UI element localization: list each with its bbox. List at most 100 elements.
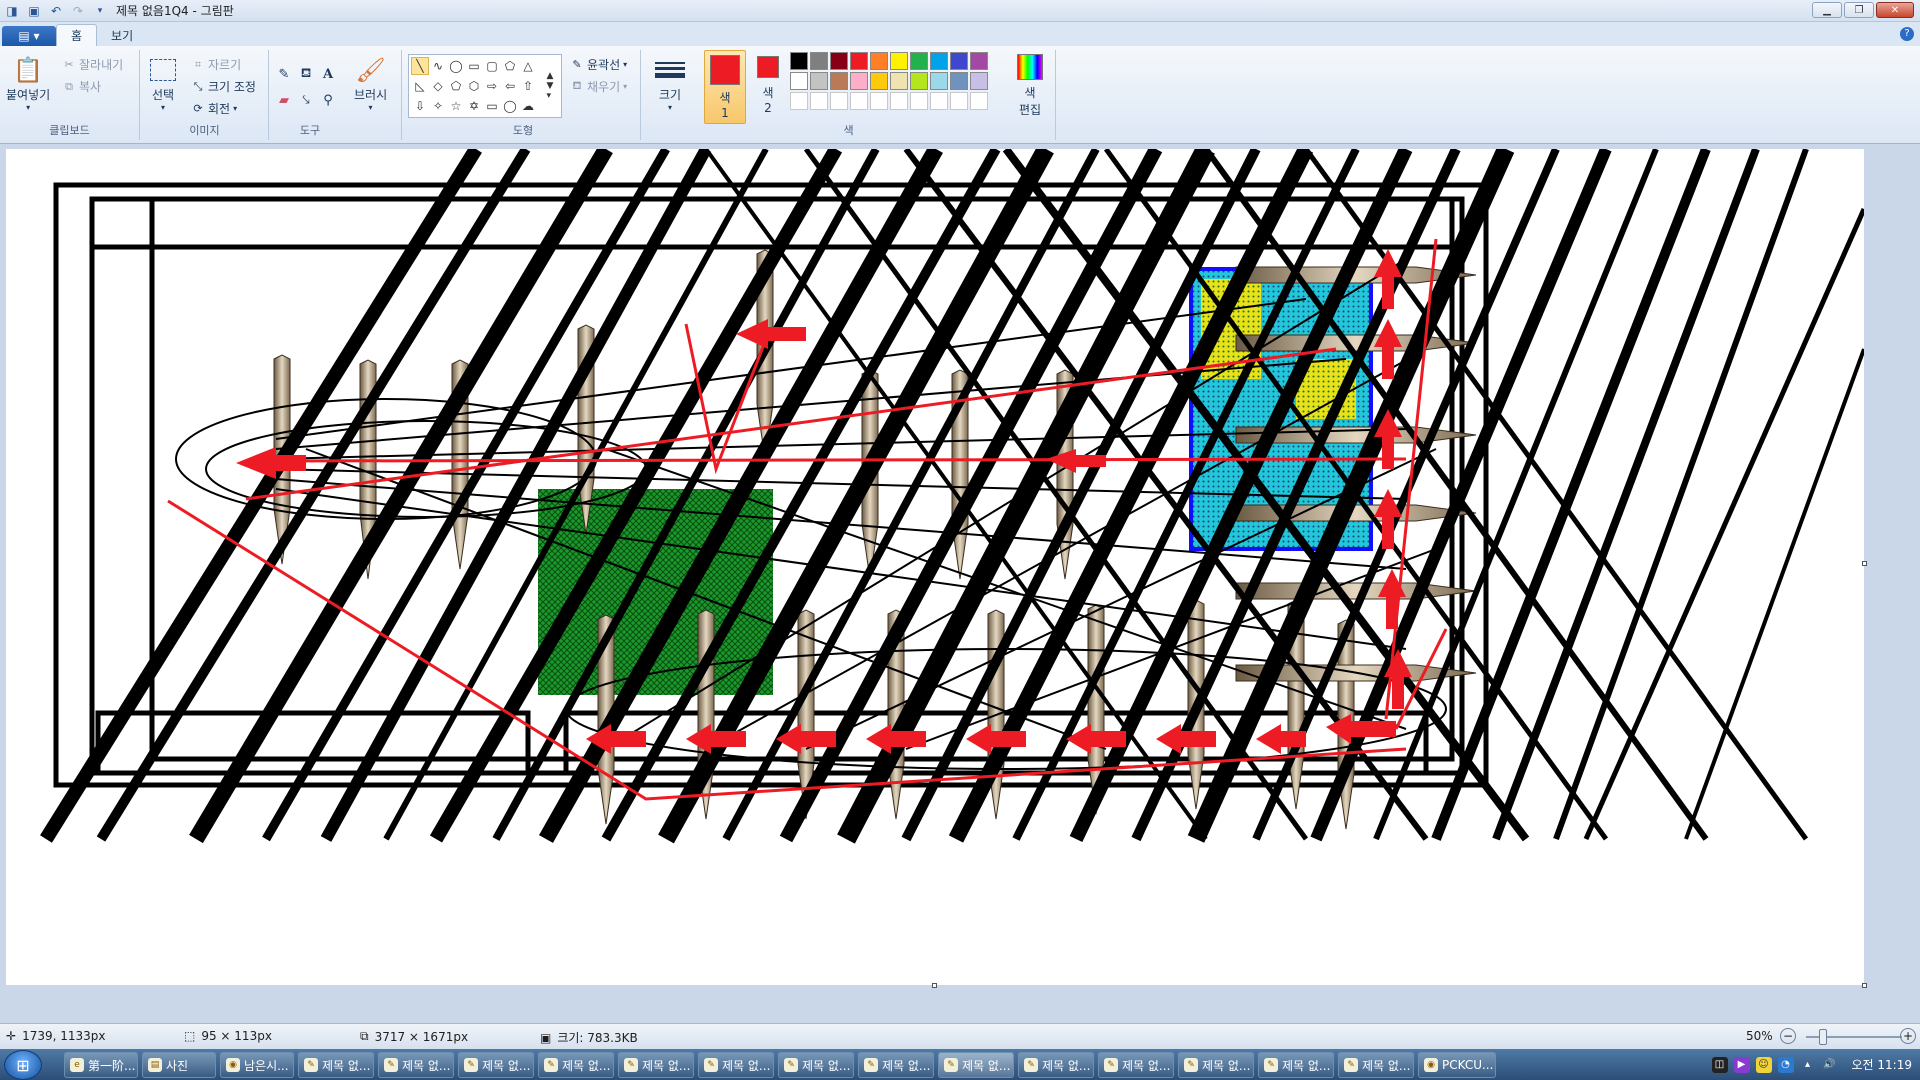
- taskbar-item[interactable]: ✎ 제목 없...: [378, 1052, 454, 1078]
- tab-home[interactable]: 홈: [56, 24, 98, 46]
- paint-app-icon[interactable]: ◨: [4, 3, 20, 19]
- taskbar-item[interactable]: ✎ 제목 없...: [1018, 1052, 1094, 1078]
- outline-button[interactable]: ✎ 윤곽선 ▾: [570, 56, 627, 73]
- rotate-button[interactable]: ⟳ 회전 ▾: [191, 100, 237, 117]
- curve-shape-icon[interactable]: ∿: [429, 57, 447, 75]
- pentagon-shape-icon[interactable]: ⬠: [447, 77, 465, 95]
- dropdown-icon: ▾: [26, 103, 31, 112]
- cursor-position: ✛ 1739, 1133px: [6, 1029, 106, 1043]
- tray-media-icon[interactable]: ▶: [1733, 1056, 1750, 1073]
- hexagon-shape-icon[interactable]: ⬡: [465, 77, 483, 95]
- taskbar-item[interactable]: ◉ 남은시...: [220, 1052, 294, 1078]
- resize-button[interactable]: ⤡ 크기 조정: [191, 78, 256, 95]
- paint-menu-button[interactable]: ▤ ▾: [2, 26, 56, 46]
- pencil-icon[interactable]: ✎: [274, 64, 294, 84]
- taskbar-item[interactable]: ✎ 제목 없...: [1338, 1052, 1414, 1078]
- taskbar-item[interactable]: ✎ 제목 없...: [1258, 1052, 1334, 1078]
- color-picker-icon[interactable]: ⤥: [296, 90, 316, 110]
- show-hidden-icons-icon[interactable]: ▴: [1800, 1057, 1816, 1073]
- cloud-callout-shape-icon[interactable]: ☁: [519, 97, 537, 115]
- cut-button[interactable]: ✂ 잘라내기: [62, 56, 123, 73]
- clipboard-group: 📋 붙여넣기 ▾ ✂ 잘라내기 ⧉ 복사 클립보드: [0, 50, 140, 140]
- taskbar-item[interactable]: ✎ 제목 없...: [618, 1052, 694, 1078]
- paint-icon: ✎: [544, 1058, 558, 1072]
- customize-qat-icon[interactable]: ▾: [92, 3, 108, 19]
- fill-button[interactable]: ⛾ 채우기 ▾: [570, 78, 628, 95]
- polygon-shape-icon[interactable]: ⬠: [501, 57, 519, 75]
- drawing-canvas[interactable]: [6, 149, 1864, 985]
- taskbar-item[interactable]: ✎ 제목 없...: [938, 1052, 1014, 1078]
- window-controls: ▁ ❐ ✕: [1812, 2, 1914, 18]
- tab-view[interactable]: 보기: [97, 24, 147, 46]
- help-icon[interactable]: ?: [1900, 27, 1914, 41]
- start-button[interactable]: ⊞: [4, 1050, 42, 1080]
- save-icon[interactable]: ▣: [26, 3, 42, 19]
- taskbar-item[interactable]: ✎ 제목 없...: [778, 1052, 854, 1078]
- restore-button[interactable]: ❐: [1844, 2, 1874, 18]
- taskbar-item-label: 제목 없...: [962, 1058, 1011, 1073]
- right-triangle-shape-icon[interactable]: ◺: [411, 77, 429, 95]
- title-bar: ◨ ▣ ↶ ↷ ▾ 제목 없음1Q4 - 그림판 ▁ ❐ ✕: [0, 0, 1920, 22]
- down-arrow-shape-icon[interactable]: ⇩: [411, 97, 429, 115]
- select-button[interactable]: 선택 ▾: [147, 54, 179, 112]
- magnifier-icon[interactable]: ⚲: [318, 90, 338, 110]
- taskbar-item[interactable]: ✎ 제목 없...: [298, 1052, 374, 1078]
- clipboard-group-label: 클립보드: [49, 124, 90, 137]
- minimize-button[interactable]: ▁: [1812, 2, 1842, 18]
- close-button[interactable]: ✕: [1876, 2, 1914, 18]
- taskbar-item[interactable]: ✎ 제목 없...: [538, 1052, 614, 1078]
- copy-icon: ⧉: [65, 79, 73, 93]
- fill-icon: ⛾: [572, 79, 582, 92]
- tray-network-icon[interactable]: ◔: [1777, 1056, 1794, 1073]
- rectangle-shape-icon[interactable]: ▭: [465, 57, 483, 75]
- taskbar-item[interactable]: ✎ 제목 없...: [1098, 1052, 1174, 1078]
- app-icon: ◉: [226, 1058, 240, 1072]
- tools-group: ✎ ⛾ A ▰ ⤥ ⚲ 🖌 브러시 ▾ 도구: [270, 50, 402, 140]
- diamond-shape-icon[interactable]: ◇: [429, 77, 447, 95]
- four-point-star-shape-icon[interactable]: ✧: [429, 97, 447, 115]
- right-arrow-shape-icon[interactable]: ⇨: [483, 77, 501, 95]
- canvas-resize-handle-corner[interactable]: [1862, 983, 1867, 988]
- up-arrow-shape-icon[interactable]: ⇧: [519, 77, 537, 95]
- six-point-star-shape-icon[interactable]: ✡: [465, 97, 483, 115]
- volume-icon[interactable]: 🔊: [1822, 1057, 1838, 1073]
- canvas-resize-handle-right[interactable]: [1862, 561, 1867, 566]
- taskbar-item-label: 제목 없...: [1362, 1058, 1411, 1073]
- shapes-gallery: ╲ ∿ ◯ ▭ ▢ ⬠ △ ◺ ◇ ⬠ ⬡ ⇨ ⇦ ⇧ ⇩ ✧ ☆ ✡ ▭ ◯ …: [408, 54, 562, 118]
- oval-shape-icon[interactable]: ◯: [447, 57, 465, 75]
- canvas-workspace[interactable]: [0, 145, 1920, 1023]
- oval-callout-shape-icon[interactable]: ◯: [501, 97, 519, 115]
- taskbar-item[interactable]: ✎ 제목 없...: [858, 1052, 934, 1078]
- line-shape-icon[interactable]: ╲: [411, 57, 429, 75]
- undo-icon[interactable]: ↶: [48, 3, 64, 19]
- five-point-star-shape-icon[interactable]: ☆: [447, 97, 465, 115]
- eraser-icon[interactable]: ▰: [274, 90, 294, 110]
- cursor-icon: ✛: [6, 1029, 17, 1043]
- taskbar-item[interactable]: ✎ 제목 없...: [1178, 1052, 1254, 1078]
- tray-app-icon[interactable]: ◫: [1711, 1056, 1728, 1073]
- rounded-rectangle-shape-icon[interactable]: ▢: [483, 57, 501, 75]
- taskbar-item[interactable]: ▤ 사진: [142, 1052, 216, 1078]
- left-arrow-shape-icon[interactable]: ⇦: [501, 77, 519, 95]
- copy-button[interactable]: ⧉ 복사: [62, 78, 101, 95]
- taskbar-item[interactable]: ✎ 제목 없...: [458, 1052, 534, 1078]
- crop-button[interactable]: ⌗ 자르기: [191, 56, 241, 73]
- shapes-scroll-icon[interactable]: ▲ ▼ ▾: [543, 57, 557, 115]
- brush-button[interactable]: 🖌 브러시 ▾: [354, 54, 387, 112]
- rect-callout-shape-icon[interactable]: ▭: [483, 97, 501, 115]
- triangle-shape-icon[interactable]: △: [519, 57, 537, 75]
- paste-button[interactable]: 📋 붙여넣기 ▾: [6, 54, 50, 112]
- fill-bucket-icon[interactable]: ⛾: [296, 64, 316, 84]
- redo-icon[interactable]: ↷: [70, 3, 86, 19]
- canvas-resize-handle-bottom[interactable]: [932, 983, 937, 988]
- taskbar-item[interactable]: ◉ PCKCU...: [1418, 1052, 1496, 1078]
- text-icon[interactable]: A: [318, 64, 338, 84]
- zoom-in-icon[interactable]: +: [1900, 1028, 1916, 1044]
- zoom-slider-thumb[interactable]: [1819, 1029, 1827, 1045]
- clock[interactable]: 오전 11:19: [1852, 1056, 1912, 1073]
- tray-smiley-icon[interactable]: ☺: [1755, 1056, 1772, 1073]
- zoom-out-icon[interactable]: −: [1780, 1028, 1796, 1044]
- taskbar-item[interactable]: ✎ 제목 없...: [698, 1052, 774, 1078]
- taskbar-item[interactable]: e 第一阶...: [64, 1052, 138, 1078]
- copy-label: 복사: [79, 80, 102, 94]
